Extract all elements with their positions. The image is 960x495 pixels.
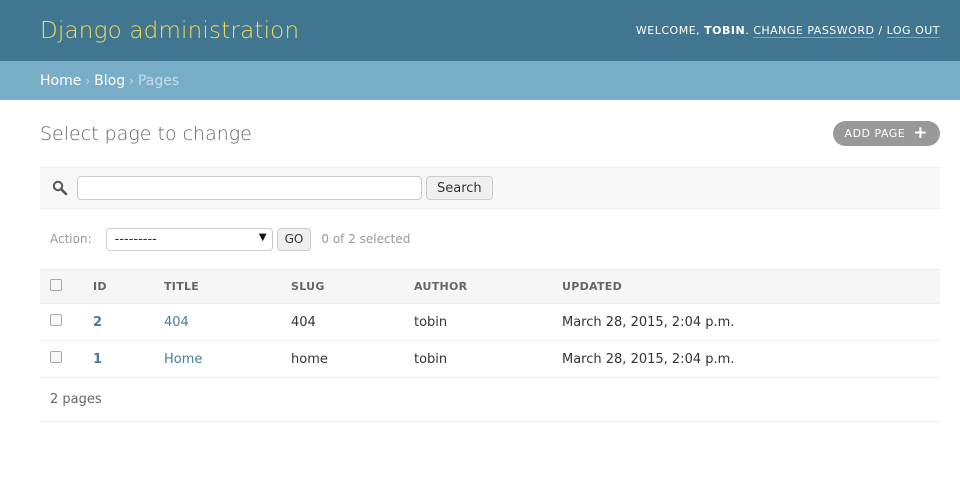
row-id: 2 bbox=[93, 303, 164, 341]
results-table: ID TITLE SLUG AUTHOR UPDATED 2 404 404 t… bbox=[40, 269, 940, 378]
action-select[interactable]: --------- ▼ bbox=[105, 227, 273, 251]
breadcrumb: Home › Blog › Pages bbox=[0, 61, 960, 100]
content: Select page to change ADD PAGE + Search … bbox=[0, 100, 960, 422]
row-updated: March 28, 2015, 2:04 p.m. bbox=[562, 340, 940, 378]
row-checkbox[interactable] bbox=[50, 314, 62, 326]
row-id-link[interactable]: 2 bbox=[93, 315, 102, 330]
action-select-value: --------- bbox=[114, 231, 157, 247]
table-row: 1 Home home tobin March 28, 2015, 2:04 p… bbox=[40, 340, 940, 378]
row-title: 404 bbox=[164, 303, 291, 341]
column-header-slug[interactable]: SLUG bbox=[291, 269, 414, 304]
page-title: Select page to change bbox=[40, 122, 252, 145]
column-header-author[interactable]: AUTHOR bbox=[414, 269, 562, 304]
title-row: Select page to change ADD PAGE + bbox=[40, 100, 940, 167]
row-select bbox=[40, 340, 93, 378]
welcome-period: . bbox=[745, 24, 750, 37]
actions-bar: Action: --------- ▼ GO 0 of 2 selected bbox=[40, 209, 940, 269]
row-checkbox[interactable] bbox=[50, 351, 62, 363]
row-title-link[interactable]: Home bbox=[164, 352, 202, 367]
action-label: Action: bbox=[50, 232, 92, 246]
search-button[interactable]: Search bbox=[426, 176, 493, 200]
row-author: tobin bbox=[414, 340, 562, 378]
user-tools: WELCOME, TOBIN. CHANGE PASSWORD / LOG OU… bbox=[635, 24, 940, 38]
add-page-button[interactable]: ADD PAGE + bbox=[832, 121, 940, 146]
paginator: 2 pages bbox=[40, 378, 940, 422]
row-slug: home bbox=[291, 340, 414, 378]
log-out-link[interactable]: LOG OUT bbox=[886, 24, 940, 38]
go-button[interactable]: GO bbox=[276, 227, 312, 251]
column-header-id[interactable]: ID bbox=[93, 269, 164, 304]
row-title: Home bbox=[164, 340, 291, 378]
site-name[interactable]: Django administration bbox=[40, 18, 299, 44]
row-id: 1 bbox=[93, 340, 164, 378]
welcome-text: WELCOME, bbox=[635, 24, 701, 37]
table-header-row: ID TITLE SLUG AUTHOR UPDATED bbox=[40, 269, 940, 304]
row-select bbox=[40, 303, 93, 341]
change-password-link[interactable]: CHANGE PASSWORD bbox=[753, 24, 875, 38]
selected-count: 0 of 2 selected bbox=[321, 232, 411, 246]
row-author: tobin bbox=[414, 303, 562, 341]
plus-icon: + bbox=[913, 123, 928, 143]
column-header-updated[interactable]: UPDATED bbox=[562, 269, 940, 304]
row-slug: 404 bbox=[291, 303, 414, 341]
username: TOBIN bbox=[704, 24, 746, 37]
search-toolbar: Search bbox=[40, 167, 940, 209]
column-header-title[interactable]: TITLE bbox=[164, 269, 291, 304]
breadcrumb-blog[interactable]: Blog bbox=[94, 73, 125, 89]
row-title-link[interactable]: 404 bbox=[164, 315, 189, 330]
breadcrumb-separator: › bbox=[129, 73, 134, 88]
row-updated: March 28, 2015, 2:04 p.m. bbox=[562, 303, 940, 341]
breadcrumb-home[interactable]: Home bbox=[40, 73, 81, 89]
row-id-link[interactable]: 1 bbox=[93, 352, 102, 367]
search-input[interactable] bbox=[77, 176, 422, 200]
header: Django administration WELCOME, TOBIN. CH… bbox=[0, 0, 960, 61]
breadcrumb-separator: › bbox=[85, 73, 91, 88]
add-page-label: ADD PAGE bbox=[844, 127, 906, 140]
breadcrumb-current: Pages bbox=[137, 72, 180, 89]
select-all-checkbox[interactable] bbox=[50, 279, 62, 291]
user-tools-separator: / bbox=[878, 24, 883, 37]
dropdown-arrow-icon: ▼ bbox=[258, 231, 267, 243]
table-row: 2 404 404 tobin March 28, 2015, 2:04 p.m… bbox=[40, 303, 940, 341]
search-icon bbox=[52, 180, 68, 196]
header-select-all bbox=[40, 269, 93, 304]
